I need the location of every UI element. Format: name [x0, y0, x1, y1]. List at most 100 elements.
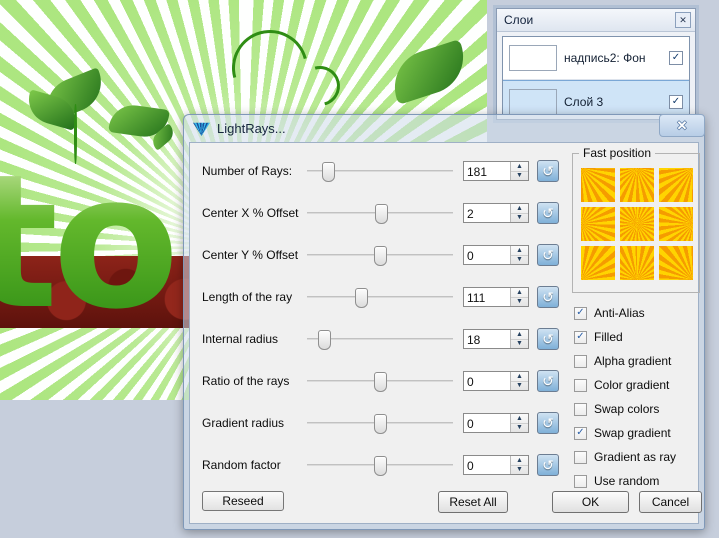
fast-position-cell-bottom-left[interactable]: [581, 246, 615, 280]
value-input[interactable]: [464, 456, 515, 476]
value-input[interactable]: [464, 246, 515, 266]
fast-position-cell-middle-right[interactable]: [659, 207, 693, 241]
spinner-up-icon[interactable]: ▲: [511, 162, 528, 172]
spinner-up-icon[interactable]: ▲: [511, 414, 528, 424]
slider-thumb[interactable]: [373, 414, 387, 434]
spinner-arrows[interactable]: ▲ ▼: [510, 330, 528, 348]
fast-position-cell-top-right[interactable]: [659, 168, 693, 202]
layer-visibility-checkbox[interactable]: ✓: [669, 95, 683, 109]
fast-position-cell-bottom-right[interactable]: [659, 246, 693, 280]
layer-visibility-checkbox[interactable]: ✓: [669, 51, 683, 65]
fast-position-cell-top-left[interactable]: [581, 168, 615, 202]
slider-track[interactable]: [307, 243, 453, 267]
close-icon[interactable]: ✕: [659, 114, 705, 137]
spinner-up-icon[interactable]: ▲: [511, 288, 528, 298]
value-spinner[interactable]: ▲▼: [463, 329, 529, 350]
spinner-down-icon[interactable]: ▼: [511, 340, 528, 349]
spinner-up-icon[interactable]: ▲: [511, 246, 528, 256]
value-input[interactable]: [464, 372, 515, 392]
ok-button[interactable]: OK: [552, 491, 629, 513]
list-item[interactable]: Слой 3 ✓: [503, 80, 689, 114]
checkbox-row[interactable]: ✓ Filled: [574, 325, 714, 349]
spinner-arrows[interactable]: ▲ ▼: [510, 456, 528, 474]
value-spinner[interactable]: ▲▼: [463, 413, 529, 434]
checkbox-filled[interactable]: ✓: [574, 330, 587, 344]
value-spinner[interactable]: ▲▼: [463, 161, 529, 182]
slider-track[interactable]: [307, 369, 453, 393]
spinner-down-icon[interactable]: ▼: [511, 214, 528, 223]
value-spinner[interactable]: ▲▼: [463, 203, 529, 224]
checkbox-row[interactable]: ✓ Anti-Alias: [574, 301, 714, 325]
undo-arrow-icon[interactable]: ↺: [537, 286, 559, 308]
slider-track[interactable]: [307, 285, 453, 309]
undo-arrow-icon[interactable]: ↺: [537, 454, 559, 476]
slider-thumb[interactable]: [373, 372, 387, 392]
value-spinner[interactable]: ▲▼: [463, 245, 529, 266]
spinner-down-icon[interactable]: ▼: [511, 172, 528, 181]
layers-list[interactable]: надпись2: Фон ✓ Слой 3 ✓: [502, 36, 690, 115]
undo-arrow-icon[interactable]: ↺: [537, 244, 559, 266]
spinner-arrows[interactable]: ▲ ▼: [510, 288, 528, 306]
checkbox-color-gradient[interactable]: [574, 378, 587, 392]
value-spinner[interactable]: ▲▼: [463, 371, 529, 392]
value-input[interactable]: [464, 204, 515, 224]
dialog-titlebar[interactable]: LightRays... ✕: [189, 114, 705, 142]
slider-track[interactable]: [307, 201, 453, 225]
spinner-down-icon[interactable]: ▼: [511, 298, 528, 307]
slider-thumb[interactable]: [374, 204, 388, 224]
close-icon[interactable]: ✕: [675, 12, 691, 28]
spinner-up-icon[interactable]: ▲: [511, 372, 528, 382]
cancel-button[interactable]: Cancel: [639, 491, 702, 513]
checkbox-row[interactable]: Gradient as ray: [574, 445, 714, 469]
spinner-up-icon[interactable]: ▲: [511, 456, 528, 466]
checkbox-swap-gradient[interactable]: ✓: [574, 426, 587, 440]
spinner-down-icon[interactable]: ▼: [511, 424, 528, 433]
checkbox-row[interactable]: Color gradient: [574, 373, 714, 397]
undo-arrow-icon[interactable]: ↺: [537, 370, 559, 392]
undo-arrow-icon[interactable]: ↺: [537, 160, 559, 182]
checkbox-swap-colors[interactable]: [574, 402, 587, 416]
fast-position-cell-bottom-center[interactable]: [620, 246, 654, 280]
checkbox-row[interactable]: Alpha gradient: [574, 349, 714, 373]
undo-arrow-icon[interactable]: ↺: [537, 328, 559, 350]
spinner-arrows[interactable]: ▲ ▼: [510, 204, 528, 222]
value-spinner[interactable]: ▲▼: [463, 287, 529, 308]
checkbox-row[interactable]: ✓ Swap gradient: [574, 421, 714, 445]
slider-thumb[interactable]: [317, 330, 331, 350]
spinner-up-icon[interactable]: ▲: [511, 330, 528, 340]
value-input[interactable]: [464, 162, 515, 182]
slider-thumb[interactable]: [373, 246, 387, 266]
slider-track[interactable]: [307, 159, 453, 183]
undo-arrow-icon[interactable]: ↺: [537, 202, 559, 224]
value-input[interactable]: [464, 288, 515, 308]
checkbox-anti-alias[interactable]: ✓: [574, 306, 587, 320]
spinner-arrows[interactable]: ▲ ▼: [510, 246, 528, 264]
undo-arrow-icon[interactable]: ↺: [537, 412, 559, 434]
spinner-down-icon[interactable]: ▼: [511, 466, 528, 475]
fast-position-grid[interactable]: [581, 168, 693, 280]
fast-position-cell-top-center[interactable]: [620, 168, 654, 202]
slider-track[interactable]: [307, 327, 453, 351]
spinner-arrows[interactable]: ▲ ▼: [510, 162, 528, 180]
checkbox-alpha-gradient[interactable]: [574, 354, 587, 368]
slider-thumb[interactable]: [321, 162, 335, 182]
spinner-down-icon[interactable]: ▼: [511, 382, 528, 391]
spinner-arrows[interactable]: ▲ ▼: [510, 372, 528, 390]
checkbox-row[interactable]: Swap colors: [574, 397, 714, 421]
reset-all-button[interactable]: Reset All: [438, 491, 508, 513]
list-item[interactable]: надпись2: Фон ✓: [503, 37, 689, 80]
slider-track[interactable]: [307, 453, 453, 477]
reseed-button[interactable]: Reseed: [202, 491, 284, 511]
checkbox-gradient-as-ray[interactable]: [574, 450, 587, 464]
spinner-up-icon[interactable]: ▲: [511, 204, 528, 214]
value-input[interactable]: [464, 414, 515, 434]
slider-thumb[interactable]: [373, 456, 387, 476]
value-input[interactable]: [464, 330, 515, 350]
checkbox-row[interactable]: Use random: [574, 469, 714, 493]
fast-position-cell-center[interactable]: [620, 207, 654, 241]
value-spinner[interactable]: ▲▼: [463, 455, 529, 476]
slider-track[interactable]: [307, 411, 453, 435]
slider-thumb[interactable]: [354, 288, 368, 308]
spinner-down-icon[interactable]: ▼: [511, 256, 528, 265]
fast-position-cell-middle-left[interactable]: [581, 207, 615, 241]
